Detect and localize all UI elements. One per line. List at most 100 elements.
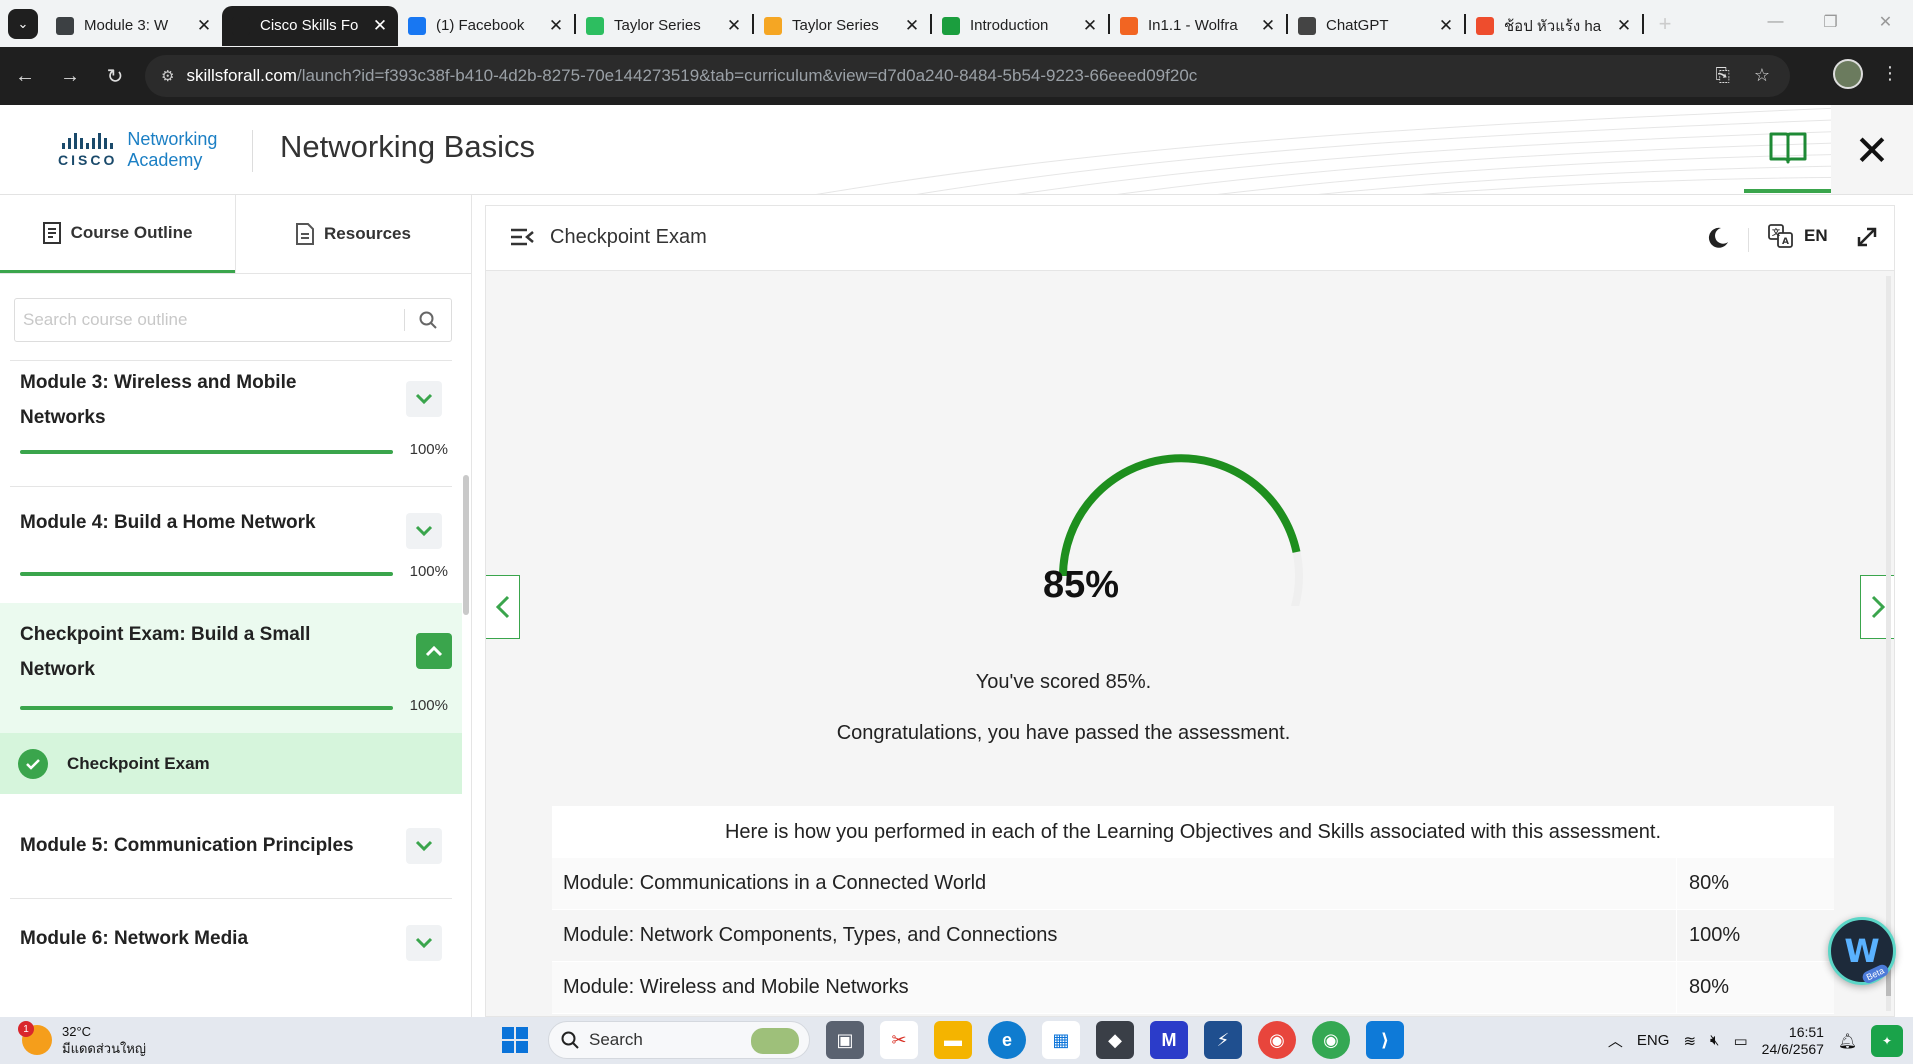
assistant-bubble[interactable]: W Beta <box>1828 917 1896 986</box>
profile-avatar[interactable] <box>1833 59 1863 89</box>
fullscreen-icon[interactable] <box>1856 226 1878 253</box>
mathtype-icon[interactable]: M <box>1150 1021 1188 1059</box>
taskbar-clock[interactable]: 16:51 24/6/2567 <box>1762 1024 1824 1058</box>
chevron-down-icon[interactable] <box>406 925 442 961</box>
tab-close-icon[interactable]: ✕ <box>1260 16 1276 36</box>
file-explorer-icon[interactable]: ▬ <box>934 1021 972 1059</box>
install-app-icon[interactable]: ⎘ <box>1715 65 1729 86</box>
module-item-active[interactable]: Checkpoint Exam: Build a Small Network 1… <box>0 603 462 733</box>
pass-message: Congratulations, you have passed the ass… <box>836 722 1291 744</box>
copilot-icon[interactable]: ✦ <box>1871 1024 1903 1057</box>
tab-close-icon[interactable]: ✕ <box>904 16 920 36</box>
chevron-down-icon[interactable] <box>406 828 442 864</box>
tab-resources[interactable]: Resources <box>235 195 471 273</box>
tab-course-outline[interactable]: Course Outline <box>0 195 235 273</box>
edge-icon[interactable]: e <box>988 1021 1026 1059</box>
wifi-icon[interactable]: ≋ <box>1683 1032 1696 1050</box>
content-toolbar: Checkpoint Exam A文 EN <box>486 206 1894 271</box>
input-language[interactable]: ENG <box>1637 1032 1670 1049</box>
chrome-profile-icon[interactable]: ◉ <box>1312 1021 1350 1059</box>
tray-chevron-up-icon[interactable]: ︿ <box>1608 1030 1623 1051</box>
subitem-label: Checkpoint Exam <box>67 753 210 773</box>
speaker-muted-icon[interactable]: 🔇︎ <box>1710 1032 1719 1049</box>
vscode-icon[interactable]: ⟩ <box>1366 1021 1404 1059</box>
chevron-down-icon[interactable] <box>406 381 442 417</box>
progress-bar <box>20 450 393 454</box>
language-button[interactable]: A文 EN <box>1768 224 1828 248</box>
site-info-icon[interactable]: ⚙ <box>161 67 174 85</box>
tab-favicon-icon <box>942 16 960 35</box>
chrome-icon[interactable]: ◉ <box>1258 1021 1296 1059</box>
back-icon[interactable]: ← <box>5 56 45 96</box>
browser-tab[interactable]: Cisco Skills Fo ✕ <box>222 5 398 46</box>
close-course-button[interactable]: ✕ <box>1831 105 1913 194</box>
sidebar-item-checkpoint-exam[interactable]: Checkpoint Exam <box>0 733 462 794</box>
reload-icon[interactable]: ↻ <box>95 56 135 96</box>
tab-label: (1) Facebook <box>436 17 525 34</box>
module-item[interactable]: Module 5: Communication Principles <box>10 794 452 898</box>
language-label: EN <box>1804 226 1828 245</box>
url-path: /launch?id=f393c38f-b410-4d2b-8275-70e14… <box>296 66 1198 85</box>
browser-tab[interactable]: ช้อป หัวแร้ง ha ✕ <box>1466 6 1642 46</box>
tab-close-icon[interactable]: ✕ <box>196 16 212 36</box>
packet-tracer-icon[interactable]: ⚡ <box>1204 1021 1242 1059</box>
taskbar-search[interactable]: Search <box>548 1021 810 1059</box>
open-book-button[interactable] <box>1744 105 1831 193</box>
store-icon[interactable]: ▦ <box>1042 1021 1080 1059</box>
more-menu-icon[interactable]: ⋮ <box>1881 63 1899 84</box>
tab-close-icon[interactable]: ✕ <box>1616 16 1632 36</box>
search-icon[interactable] <box>405 311 451 329</box>
new-tab-icon[interactable]: + <box>1650 11 1680 37</box>
notification-badge: 1 <box>18 1021 34 1037</box>
module-item[interactable]: Module 4: Build a Home Network 100% <box>10 486 452 603</box>
previous-page-button[interactable] <box>486 575 520 639</box>
tab-close-icon[interactable]: ✕ <box>372 16 388 36</box>
window-close-icon[interactable]: ✕ <box>1858 0 1913 44</box>
battery-icon[interactable]: ▭ <box>1733 1032 1747 1050</box>
address-bar[interactable]: ⚙ skillsforall.com/launch?id=f393c38f-b4… <box>145 55 1790 97</box>
bookmark-star-icon[interactable]: ☆ <box>1754 65 1770 86</box>
cisco-networking-academy-logo[interactable]: CISCO Networking Academy <box>58 129 217 171</box>
unity-icon[interactable]: ◆ <box>1096 1021 1134 1059</box>
forward-icon[interactable]: → <box>50 56 90 96</box>
tab-close-icon[interactable]: ✕ <box>548 16 564 36</box>
objective-name: Module: Communications in a Connected Wo… <box>552 858 1677 909</box>
module-item[interactable]: Module 3: Wireless and Mobile Networks 1… <box>10 360 452 486</box>
progress-bar <box>20 706 393 710</box>
module-item[interactable]: Module 6: Network Media <box>10 898 452 990</box>
tab-favicon-icon <box>764 16 782 35</box>
weather-widget[interactable]: 1 32°C มีแดดส่วนใหญ่ <box>18 1021 146 1057</box>
tab-label: ช้อป หัวแร้ง ha <box>1504 17 1602 35</box>
browser-tab[interactable]: (1) Facebook ✕ <box>398 6 574 46</box>
tab-close-icon[interactable]: ✕ <box>726 16 742 36</box>
chevron-up-icon[interactable] <box>416 633 452 669</box>
tab-close-icon[interactable]: ✕ <box>1082 16 1098 36</box>
start-button[interactable] <box>498 1023 532 1057</box>
content-scrollbar[interactable] <box>1886 276 1891 1011</box>
minimize-icon[interactable]: — <box>1748 0 1803 44</box>
tab-resources-label: Resources <box>324 224 411 243</box>
logo-line-networking: Networking <box>127 129 218 149</box>
collapse-menu-icon[interactable] <box>510 227 534 252</box>
browser-tab[interactable]: In1.1 - Wolfra ✕ <box>1110 6 1286 46</box>
tab-search-menu-icon[interactable]: ⌄ <box>8 8 38 39</box>
sidebar-scrollbar[interactable] <box>463 475 469 615</box>
task-view-icon[interactable]: ▣ <box>826 1021 864 1059</box>
outline-search-input[interactable] <box>15 310 404 330</box>
dark-mode-icon[interactable] <box>1706 226 1730 255</box>
chevron-down-icon[interactable] <box>406 513 442 549</box>
tab-course-outline-label: Course Outline <box>70 222 193 242</box>
check-circle-icon <box>18 748 48 779</box>
browser-tab[interactable]: Introduction ✕ <box>932 6 1108 46</box>
notification-bell-icon[interactable]: 🔔︎ <box>1838 1032 1857 1050</box>
restore-icon[interactable]: ❐ <box>1803 0 1858 44</box>
progress-label: 100% <box>409 563 448 580</box>
tab-close-icon[interactable]: ✕ <box>1438 16 1454 36</box>
browser-tab[interactable]: Module 3: W ✕ <box>46 6 222 46</box>
tab-label: Module 3: W <box>84 17 169 34</box>
browser-tab[interactable]: ChatGPT ✕ <box>1288 6 1464 46</box>
course-title: Networking Basics <box>280 129 535 164</box>
browser-tab[interactable]: Taylor Series ✕ <box>754 6 930 46</box>
snipping-tool-icon[interactable]: ✂ <box>880 1021 918 1059</box>
browser-tab[interactable]: Taylor Series ✕ <box>576 6 752 46</box>
